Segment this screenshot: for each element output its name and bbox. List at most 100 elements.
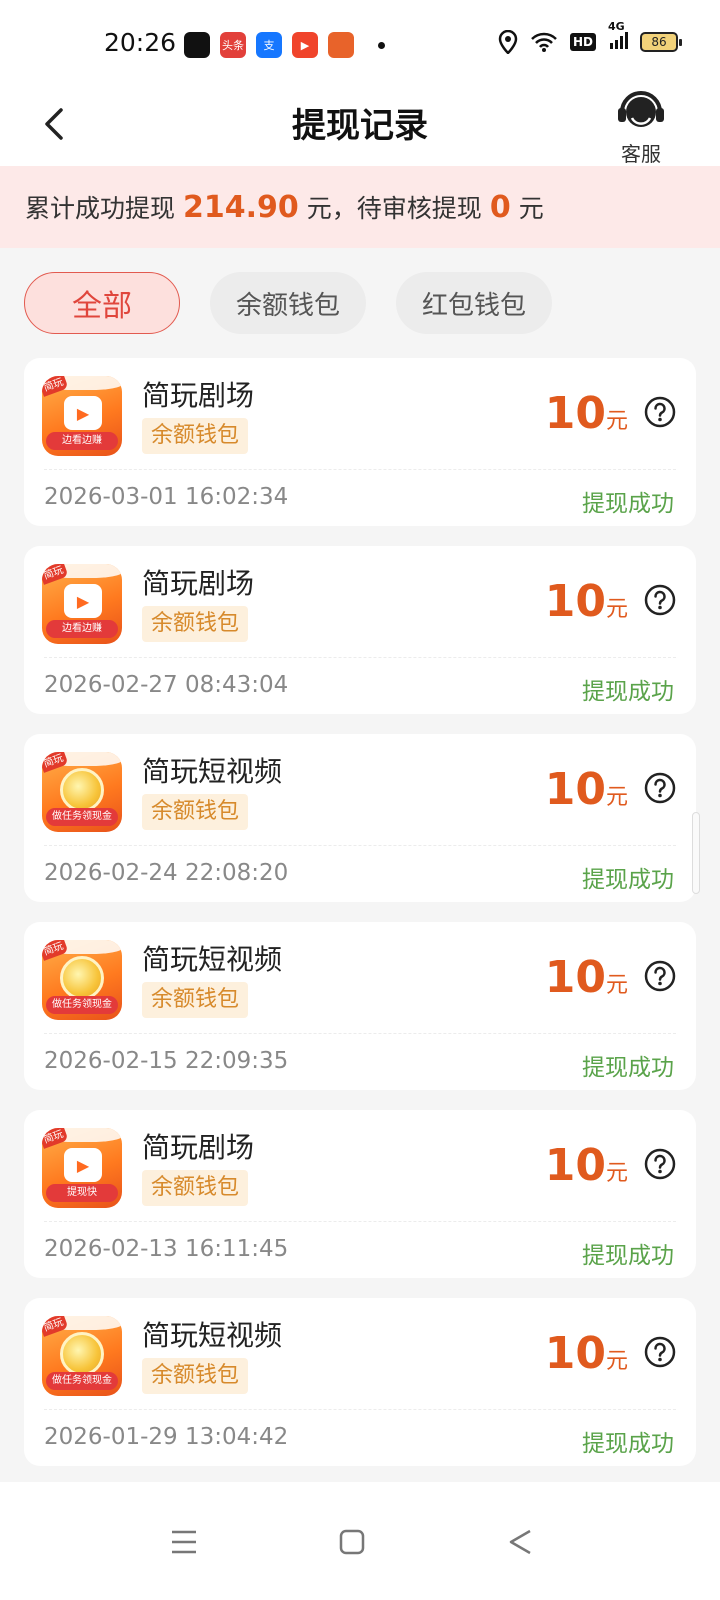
- withdraw-record-card[interactable]: ▶ 边看边赚 简玩 简玩剧场 余额钱包 10元 2026-02-27 08:43:04 提现成…: [24, 546, 696, 714]
- record-amount-unit: 元: [605, 973, 628, 998]
- play-icon: ▶: [64, 396, 102, 430]
- record-status: 提现成功: [582, 1055, 674, 1081]
- question-icon[interactable]: [644, 960, 676, 992]
- coin-icon: [60, 768, 104, 812]
- question-icon[interactable]: [644, 1336, 676, 1368]
- scroll-indicator[interactable]: [692, 812, 700, 894]
- video-app-icon: ▶: [292, 32, 318, 58]
- app-logo-band: 边看边赚: [46, 620, 118, 638]
- summary-pending-amount: 0: [489, 189, 511, 225]
- record-amount-unit: 元: [605, 785, 628, 810]
- headset-icon: [618, 91, 664, 127]
- withdraw-record-card[interactable]: 做任务领现金 简玩 简玩短视频 余额钱包 10元 2026-02-15 22:09:35 提…: [24, 922, 696, 1090]
- summary-mid: 元，待审核提现: [306, 194, 482, 223]
- app-logo-band: 做任务领现金: [46, 996, 118, 1014]
- record-date: 2026-02-27 08:43:04: [44, 672, 289, 698]
- record-wallet-tag: 余额钱包: [142, 418, 249, 454]
- record-status: 提现成功: [582, 491, 674, 517]
- card-divider: [44, 1033, 676, 1034]
- play-icon: ▶: [64, 1148, 102, 1182]
- app-logo-icon: ▶ 提现快 简玩: [42, 1128, 122, 1208]
- question-icon[interactable]: [644, 396, 676, 428]
- record-wallet-tag: 余额钱包: [142, 606, 249, 642]
- alipay-icon: 支: [256, 32, 282, 58]
- battery-icon: 86: [640, 32, 682, 52]
- filter-tab-1[interactable]: 余额钱包: [210, 272, 366, 334]
- menu-button[interactable]: [164, 1522, 204, 1562]
- record-date: 2026-01-29 13:04:42: [44, 1424, 289, 1450]
- summary-prefix: 累计成功提现: [25, 194, 176, 223]
- record-wallet-tag: 余额钱包: [142, 982, 249, 1018]
- location-icon: [498, 30, 518, 54]
- record-amount-value: 10: [544, 764, 606, 815]
- record-date: 2026-02-24 22:08:20: [44, 860, 289, 886]
- app-logo-tag: 简玩: [42, 752, 69, 773]
- record-date: 2026-02-15 22:09:35: [44, 1048, 289, 1074]
- withdraw-record-card[interactable]: 做任务领现金 简玩 简玩短视频 余额钱包 10元 2026-02-24 22:08:20 提…: [24, 734, 696, 902]
- card-divider: [44, 845, 676, 846]
- app-logo-tag: 简玩: [42, 564, 69, 585]
- record-app-name: 简玩短视频: [142, 755, 283, 788]
- app-logo-tag: 简玩: [42, 1128, 69, 1149]
- app-logo-band: 做任务领现金: [46, 808, 118, 826]
- question-icon[interactable]: [644, 584, 676, 616]
- notification-icons: 头条支 ▶: [184, 30, 385, 60]
- record-amount: 10元: [545, 952, 628, 1003]
- record-amount-value: 10: [544, 388, 606, 439]
- card-divider: [44, 469, 676, 470]
- withdraw-record-card[interactable]: ▶ 边看边赚 简玩 简玩剧场余额钱包 10元 2026-03-01 16:02:34 提现成…: [24, 358, 696, 526]
- game-app-icon: [328, 32, 354, 58]
- withdraw-record-card[interactable]: ▶ 提现快 简玩 简玩剧场 余额钱包 10元 2026-02-13 16:11:45 提现成功: [24, 1110, 696, 1278]
- triangle-back-icon: [509, 1529, 531, 1555]
- withdraw-record-list[interactable]: ▶ 边看边赚 简玩 简玩剧场 余额钱包 10元 2026-03-01 16:02:34 提现成…: [24, 358, 696, 1486]
- wechat-icon: [184, 32, 210, 58]
- record-date: 2026-02-13 16:11:45: [44, 1236, 289, 1262]
- signal-icon: 4G: [608, 20, 628, 54]
- withdraw-summary-banner: 累计成功提现 214.90 元，待审核提现 0 元: [0, 166, 720, 248]
- customer-service-button[interactable]: 客服: [614, 88, 668, 166]
- record-app-name: 简玩短视频: [142, 943, 283, 976]
- network-type: 4G: [608, 20, 625, 33]
- menu-icon: [172, 1530, 196, 1554]
- app-logo-band: 提现快: [46, 1184, 118, 1202]
- record-status: 提现成功: [582, 1431, 674, 1457]
- app-logo-band: 边看边赚: [46, 432, 118, 450]
- card-divider: [44, 657, 676, 658]
- coin-icon: [60, 956, 104, 1000]
- record-date: 2026-03-01 16:02:34: [44, 484, 289, 510]
- app-logo-tag: 简玩: [42, 1316, 69, 1337]
- record-amount-value: 10: [544, 1140, 606, 1191]
- app-logo-tag: 简玩: [42, 376, 69, 397]
- record-amount-value: 10: [544, 1328, 606, 1379]
- record-amount: 10元: [545, 576, 628, 627]
- page-header: 提现记录 客服: [0, 88, 720, 166]
- coin-icon: [60, 1332, 104, 1376]
- record-app-name: 简玩短视频: [142, 1319, 283, 1352]
- play-icon: ▶: [64, 584, 102, 618]
- battery-level: 86: [651, 35, 667, 49]
- app-logo-band: 做任务领现金: [46, 1372, 118, 1390]
- filter-tab-2[interactable]: 红包钱包: [396, 272, 552, 334]
- square-icon: [339, 1529, 365, 1555]
- wallet-filter-tabs: 全部 余额钱包 红包钱包: [24, 272, 552, 334]
- record-wallet-tag: 余额钱包: [142, 1358, 249, 1394]
- record-wallet-tag: 余额钱包: [142, 1170, 249, 1206]
- wifi-icon: [531, 32, 557, 52]
- toutiao-icon: 头条: [220, 32, 246, 58]
- home-button[interactable]: [332, 1522, 372, 1562]
- question-icon[interactable]: [644, 772, 676, 804]
- app-logo-icon: 做任务领现金 简玩: [42, 752, 122, 832]
- card-divider: [44, 1409, 676, 1410]
- back-nav-button[interactable]: [500, 1522, 540, 1562]
- record-amount-unit: 元: [605, 409, 628, 434]
- withdraw-record-card[interactable]: 做任务领现金 简玩 简玩短视频 余额钱包 10元 2026-01-29 13:04:42 提…: [24, 1298, 696, 1466]
- question-icon[interactable]: [644, 1148, 676, 1180]
- record-wallet-tag: 余额钱包: [142, 794, 249, 830]
- summary-suffix: 元: [518, 194, 544, 223]
- record-amount: 10元: [545, 388, 628, 439]
- app-logo-icon: 做任务领现金 简玩: [42, 1316, 122, 1396]
- page-title: 提现记录: [292, 106, 428, 146]
- filter-tab-0[interactable]: 全部: [24, 272, 180, 334]
- app-logo-icon: ▶ 边看边赚 简玩: [42, 564, 122, 644]
- record-app-name: 简玩剧场: [142, 379, 255, 412]
